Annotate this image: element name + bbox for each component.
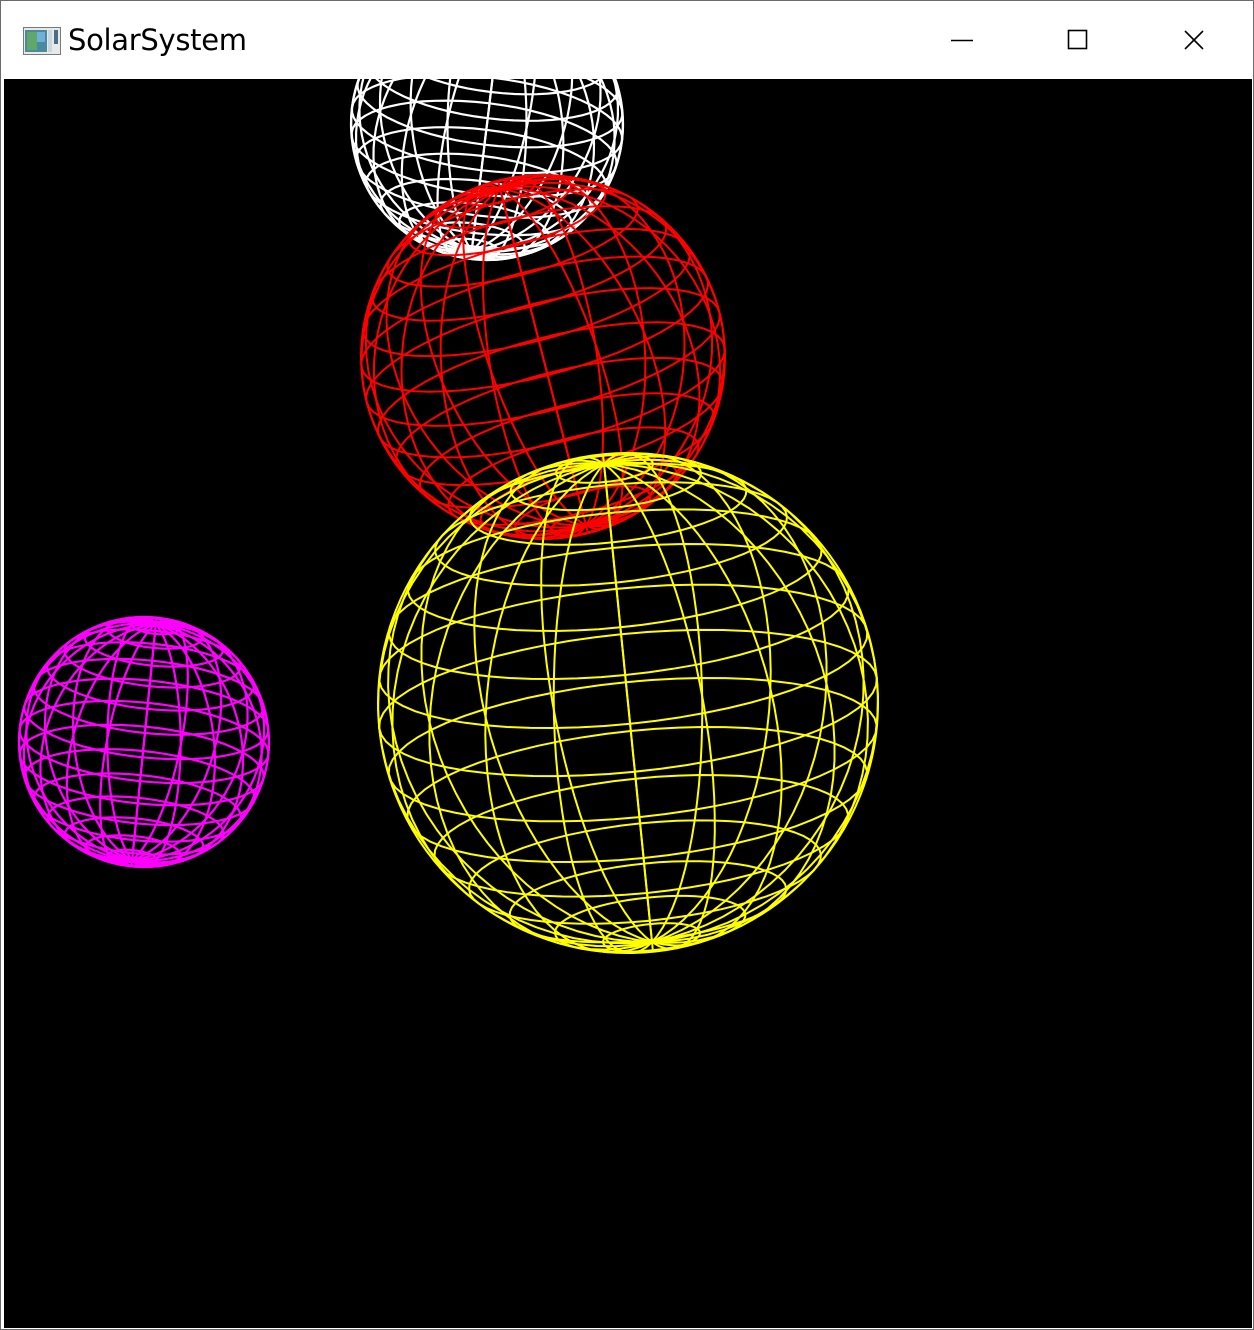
window-app-icon	[23, 27, 61, 55]
app-window: SolarSystem	[0, 0, 1254, 1330]
yellow-sun	[377, 452, 879, 954]
minimize-icon	[951, 29, 973, 51]
maximize-icon	[1067, 29, 1089, 51]
magenta-planet	[17, 615, 271, 869]
close-button[interactable]	[1136, 1, 1252, 78]
scene-canvas	[17, 79, 879, 954]
minimize-button[interactable]	[904, 1, 1020, 78]
maximize-button[interactable]	[1020, 1, 1136, 78]
close-icon	[1183, 29, 1205, 51]
window-title: SolarSystem	[68, 23, 247, 57]
render-viewport[interactable]	[4, 79, 1252, 1328]
title-bar[interactable]: SolarSystem	[1, 1, 1253, 78]
